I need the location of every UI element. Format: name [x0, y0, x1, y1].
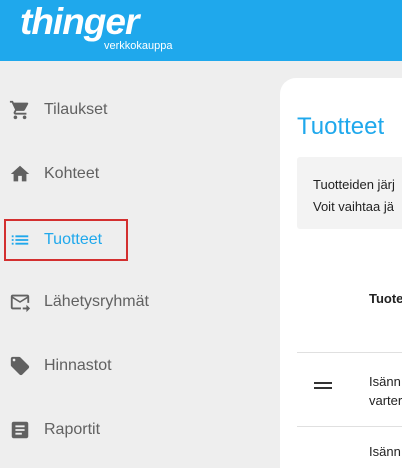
home-icon [9, 163, 31, 185]
info-text-line: Voit vaihtaa jä [313, 199, 394, 214]
brand-subtitle: verkkokauppa [104, 40, 173, 52]
tag-icon [9, 355, 31, 377]
sidebar-item-label: Hinnastot [44, 357, 112, 374]
sidebar-item-tilaukset[interactable]: Tilaukset [0, 90, 270, 130]
sidebar-item-label: Tilaukset [44, 101, 108, 118]
report-icon [9, 419, 31, 441]
page-title: Tuotteet [297, 113, 385, 140]
sidebar-item-lahetysryhmat[interactable]: Lähetysryhmät [0, 282, 270, 322]
table-divider [297, 352, 402, 353]
info-text-line: Tuotteiden järj [313, 177, 395, 192]
sidebar-item-raportit[interactable]: Raportit [0, 410, 270, 450]
table-row-text: Isänn [369, 374, 401, 389]
sidebar-item-label: Raportit [44, 421, 101, 438]
sidebar-item-hinnastot[interactable]: Hinnastot [0, 346, 270, 386]
sidebar-item-kohteet[interactable]: Kohteet [0, 154, 270, 194]
table-row-text: varter [369, 393, 402, 408]
table-row-text: Isänn [369, 444, 401, 459]
info-box: Tuotteiden järj Voit vaihtaa jä [297, 157, 402, 229]
table-divider [297, 426, 402, 427]
column-header-product[interactable]: Tuote [369, 291, 402, 306]
highlight-box [4, 219, 128, 261]
sidebar-item-label: Lähetysryhmät [44, 293, 149, 310]
cart-icon [9, 99, 31, 121]
drag-handle-icon[interactable] [314, 382, 332, 392]
app-header: thinger verkkokauppa [0, 0, 402, 61]
sidebar-item-label: Kohteet [44, 165, 100, 182]
brand-logo[interactable]: thinger [20, 2, 139, 42]
mail-forward-icon [9, 291, 31, 313]
